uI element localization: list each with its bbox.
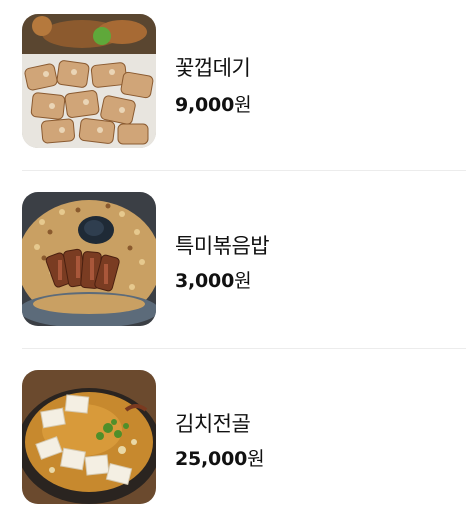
menu-item-photo [22, 192, 156, 326]
menu-item-name: 꽃껍데기 [175, 56, 251, 80]
menu-item-name: 김치전골 [175, 412, 251, 436]
price-unit: 원 [234, 94, 252, 116]
menu-item-photo [22, 14, 156, 148]
price-unit: 원 [247, 448, 265, 470]
divider [22, 170, 466, 171]
grilled-pork-skin-photo-icon [22, 14, 156, 148]
price-unit: 원 [234, 270, 252, 292]
menu-item-name: 특미볶음밥 [175, 234, 270, 258]
menu-list: 꽃껍데기 9,000원 특미볶음밥 3,000원 김치전골 25,000원 [0, 0, 466, 522]
menu-item-photo [22, 370, 156, 504]
divider [22, 348, 466, 349]
kimchi-stew-photo-icon [22, 370, 156, 504]
menu-item-3[interactable]: 김치전골 25,000원 [0, 370, 466, 530]
menu-item-price: 25,000원 [175, 444, 265, 471]
fried-rice-photo-icon [22, 192, 156, 326]
menu-item-price: 9,000원 [175, 90, 252, 117]
price-amount: 3,000 [175, 270, 235, 292]
menu-item-2[interactable]: 특미볶음밥 3,000원 [0, 192, 466, 352]
menu-item-price: 3,000원 [175, 266, 252, 293]
price-amount: 9,000 [175, 94, 235, 116]
menu-item-1[interactable]: 꽃껍데기 9,000원 [0, 14, 466, 174]
price-amount: 25,000 [175, 448, 248, 470]
